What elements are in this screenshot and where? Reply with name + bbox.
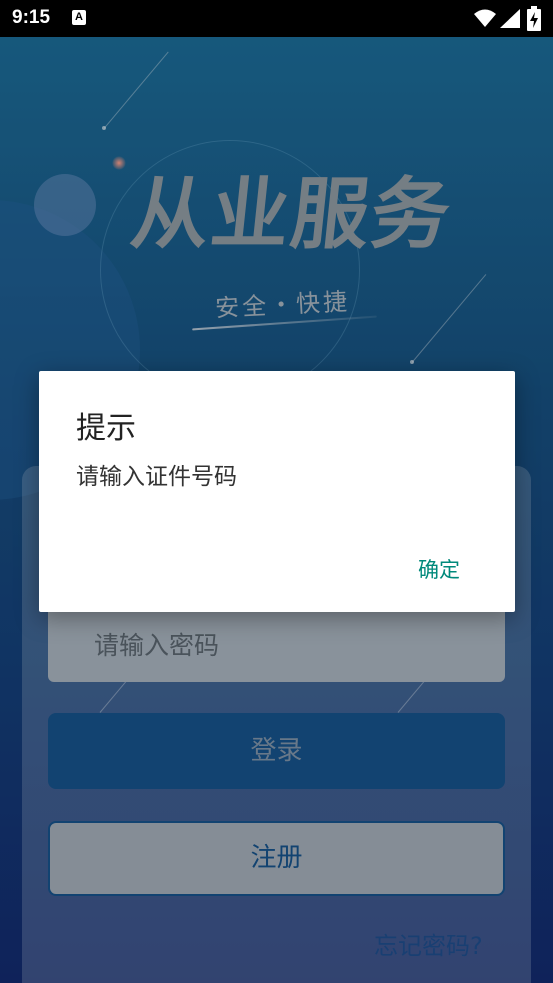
dialog-confirm-button[interactable]: 确定 bbox=[418, 554, 460, 584]
notification-icon: A bbox=[72, 10, 86, 25]
signal-icon bbox=[500, 9, 520, 28]
status-time: 9:15 bbox=[12, 7, 51, 28]
dialog-message: 请输入证件号码 bbox=[76, 464, 237, 490]
wifi-icon bbox=[474, 9, 496, 27]
battery-charging-icon bbox=[527, 6, 541, 31]
status-bar: 9:15 A bbox=[0, 0, 553, 37]
login-screen: 从业服务 安全・快捷 请输入密码 登录 注册 忘记密码? 提示 请输入证件号码 … bbox=[0, 0, 553, 983]
dialog-title: 提示 bbox=[76, 411, 136, 446]
alert-dialog: 提示 请输入证件号码 确定 bbox=[39, 371, 515, 612]
